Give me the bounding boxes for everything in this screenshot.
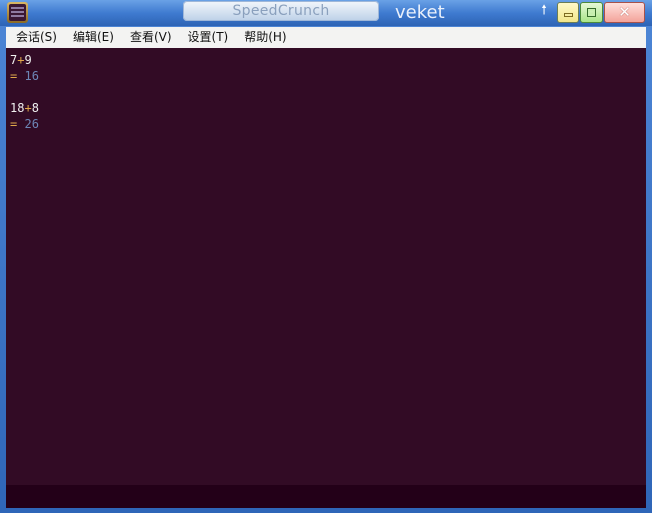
close-button[interactable]: ✕ <box>604 2 645 23</box>
menu-bar: 会话(S) 编辑(E) 查看(V) 设置(T) 帮助(H) <box>6 27 646 48</box>
minimize-button[interactable] <box>557 2 579 23</box>
menu-view[interactable]: 查看(V) <box>124 27 178 48</box>
host-label: veket <box>395 2 445 23</box>
title-bar[interactable]: SpeedCrunch veket 🠕 ✕ <box>0 0 652 26</box>
menu-settings[interactable]: 设置(T) <box>182 27 235 48</box>
result-display[interactable]: 7+9 = 16 18+8 = 26 <box>6 48 646 485</box>
history-expression[interactable]: 18+8 <box>10 100 39 116</box>
history-expression[interactable]: 7+9 <box>10 52 32 68</box>
expression-input[interactable] <box>6 485 646 508</box>
up-arrow-icon[interactable]: 🠕 <box>537 2 551 20</box>
speedcrunch-app-icon[interactable] <box>7 2 28 23</box>
menu-edit[interactable]: 编辑(E) <box>67 27 120 48</box>
history-result[interactable]: = 16 <box>10 68 39 84</box>
window-title: SpeedCrunch <box>183 1 379 21</box>
maximize-button[interactable] <box>580 2 603 23</box>
close-icon: ✕ <box>618 3 631 21</box>
menu-session[interactable]: 会话(S) <box>10 27 63 48</box>
menu-help[interactable]: 帮助(H) <box>238 27 292 48</box>
history-result[interactable]: = 26 <box>10 116 39 132</box>
speedcrunch-window: SpeedCrunch veket 🠕 ✕ 会话(S) 编辑(E) 查看(V) … <box>0 0 652 513</box>
